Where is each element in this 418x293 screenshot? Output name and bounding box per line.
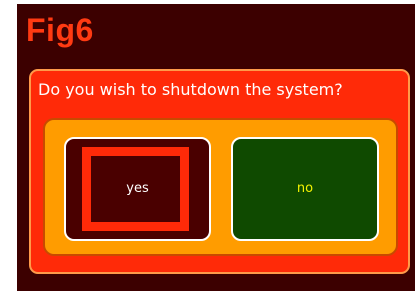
no-button-label: no	[296, 181, 314, 196]
dialog-question: Do you wish to shutdown the system?	[38, 80, 343, 99]
figure-label: Fig6	[26, 12, 94, 48]
no-button[interactable]: no	[231, 137, 379, 241]
choice-panel: yes no	[43, 118, 398, 256]
shutdown-dialog: Do you wish to shutdown the system? yes …	[29, 69, 410, 274]
yes-button-label: yes	[126, 181, 149, 196]
screen-frame: Fig6 Do you wish to shutdown the system?…	[17, 4, 415, 291]
yes-button[interactable]: yes	[64, 137, 211, 241]
